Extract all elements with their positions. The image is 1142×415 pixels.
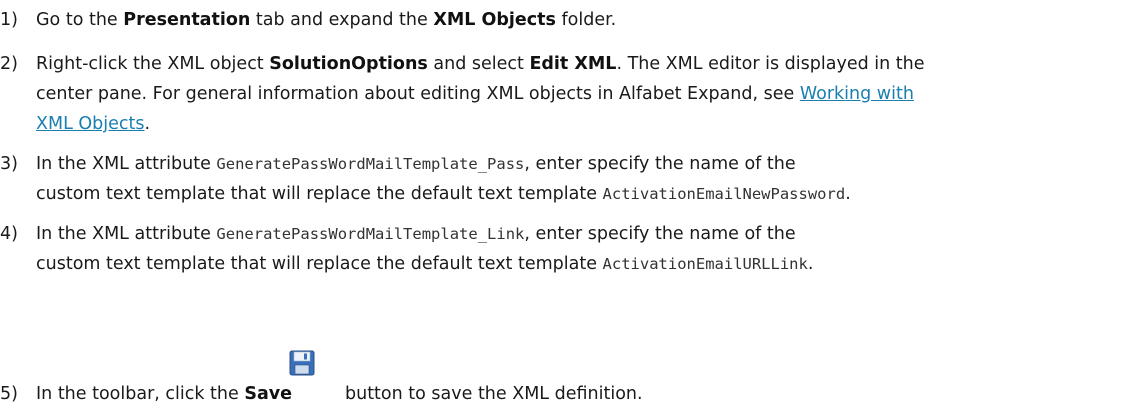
xml-attribute-code: GeneratePassWordMailTemplate_Link <box>216 225 525 243</box>
step-number: 3) <box>0 154 18 174</box>
text: tab and expand the <box>250 10 434 30</box>
text: . <box>845 184 851 204</box>
step-text-cont: button to save the XML definition. <box>345 384 643 404</box>
step-text-line-1: In the XML attribute GeneratePassWordMai… <box>36 148 796 181</box>
step-text-line-2: center pane. For general information abo… <box>36 78 914 111</box>
xml-attribute-code: GeneratePassWordMailTemplate_Pass <box>216 155 525 173</box>
working-with-xml-objects-link[interactable]: Working with <box>800 84 914 104</box>
text: folder. <box>555 10 617 30</box>
step-text-line-1: In the XML attribute GeneratePassWordMai… <box>36 218 796 251</box>
solutionoptions-ref: SolutionOptions <box>269 54 428 74</box>
save-floppy-icon <box>289 350 315 376</box>
presentation-tab-ref: Presentation <box>123 10 251 30</box>
xml-objects-folder-ref: XML Objects <box>433 10 556 30</box>
text: . <box>807 254 814 274</box>
text: Right-click the XML object <box>36 54 270 74</box>
step-text: Go to the Presentation tab and expand th… <box>36 4 616 37</box>
step-text-line-3: XML Objects. <box>36 108 150 141</box>
text: , enter specify the name of the <box>524 224 796 244</box>
text: custom text template that will replace t… <box>36 254 603 274</box>
text: Go to the <box>36 10 124 30</box>
step-number: 5) <box>0 384 18 404</box>
save-ref: Save <box>244 384 293 404</box>
step-number: 1) <box>0 10 18 30</box>
working-with-xml-objects-link-cont[interactable]: XML Objects <box>36 114 145 134</box>
template-name-code: ActivationEmailNewPassword <box>602 185 846 203</box>
text: center pane. For general information abo… <box>36 84 800 104</box>
step-text: In the toolbar, click the Save <box>36 378 292 411</box>
text: custom text template that will replace t… <box>36 184 603 204</box>
step-text-line-2: custom text template that will replace t… <box>36 248 813 281</box>
text: . The XML editor is displayed in the <box>616 54 925 74</box>
template-name-code: ActivationEmailURLLink <box>602 255 808 273</box>
step-number: 4) <box>0 224 18 244</box>
step-text-line-1: Right-click the XML object SolutionOptio… <box>36 48 925 81</box>
text: In the toolbar, click the <box>36 384 245 404</box>
text: In the XML attribute <box>36 224 217 244</box>
text: , enter specify the name of the <box>524 154 796 174</box>
step-number: 2) <box>0 54 18 74</box>
step-text-line-2: custom text template that will replace t… <box>36 178 851 211</box>
text: . <box>144 114 151 134</box>
text: In the XML attribute <box>36 154 217 174</box>
edit-xml-ref: Edit XML <box>529 54 617 74</box>
text: and select <box>427 54 530 74</box>
